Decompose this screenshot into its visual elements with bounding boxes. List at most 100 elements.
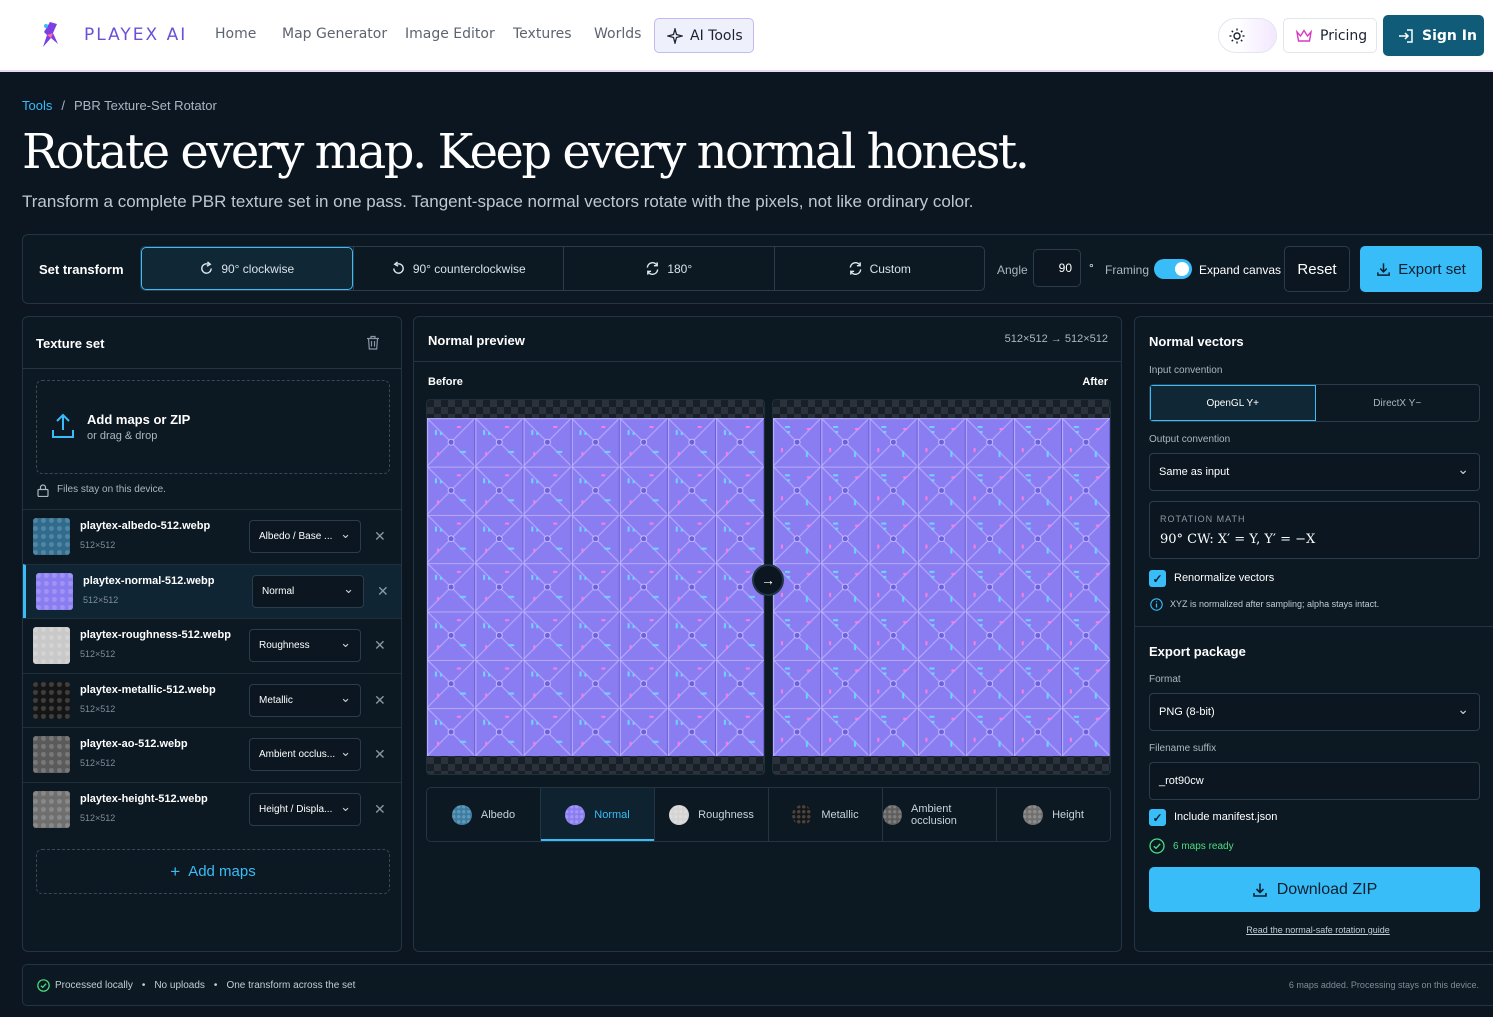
texture-file-size: 512×512 (80, 703, 116, 714)
remove-file-icon[interactable]: ✕ (377, 583, 389, 600)
renormalize-label: Renormalize vectors (1174, 572, 1275, 584)
directx-option[interactable]: DirectX Y− (1316, 385, 1480, 421)
ai-tools-button[interactable]: AI Tools (654, 18, 754, 53)
manifest-label: Include manifest.json (1174, 811, 1278, 823)
rotation-options: 90° clockwise 90° counterclockwise 180° … (140, 246, 985, 291)
rotation-guide-link[interactable]: Read the normal-safe rotation guide (1135, 925, 1493, 935)
before-label: Before (428, 376, 463, 388)
renormalize-checkbox[interactable]: ✓ (1149, 570, 1166, 587)
check-circle-icon (37, 979, 50, 992)
sparkle-icon (667, 27, 683, 44)
map-tab-label: Metallic (821, 808, 859, 821)
map-type-select[interactable]: Metallic (249, 682, 361, 717)
manifest-checkbox[interactable]: ✓ (1149, 809, 1166, 826)
expand-canvas-toggle[interactable] (1154, 259, 1192, 279)
output-convention-label: Output convention (1149, 434, 1231, 445)
nav-worlds[interactable]: Worlds (594, 26, 641, 42)
expand-canvas-label: Expand canvas (1199, 263, 1282, 277)
angle-label: Angle (997, 263, 1028, 277)
trash-icon[interactable] (366, 335, 380, 350)
map-swatch (1023, 804, 1044, 825)
after-normal-texture (773, 418, 1110, 756)
settings-panel: Normal vectors Input convention OpenGL Y… (1134, 316, 1493, 952)
map-tab-height[interactable]: Height (996, 788, 1110, 841)
map-type-select[interactable]: Roughness (249, 627, 361, 663)
texture-file-row[interactable]: playtex-normal-512.webp 512×512 Normal ✕ (23, 563, 401, 618)
sign-in-label: Sign In (1422, 27, 1477, 44)
nav-image-editor[interactable]: Image Editor (405, 26, 495, 42)
map-tab-label: Ambient occlusion (911, 802, 957, 827)
remove-file-icon[interactable]: ✕ (374, 801, 386, 818)
upload-subtitle: or drag & drop (87, 430, 158, 442)
angle-input[interactable]: 90 (1033, 249, 1081, 287)
after-preview (772, 399, 1111, 775)
nav-home[interactable]: Home (215, 26, 256, 42)
footer-summary: 6 maps added. Processing stays on this d… (1288, 980, 1479, 990)
rotate-cw-option[interactable]: 90° clockwise (141, 247, 353, 290)
remove-file-icon[interactable]: ✕ (374, 692, 386, 709)
remove-file-icon[interactable]: ✕ (374, 637, 386, 654)
footer-one-transform: One transform across the set (226, 980, 356, 991)
texture-file-row[interactable]: playtex-height-512.webp 512×512 Height / D… (23, 782, 401, 836)
plus-icon: + (170, 861, 181, 881)
rotate-ccw-option[interactable]: 90° counterclockwise (352, 247, 564, 290)
texture-file-row[interactable]: playtex-ao-512.webp 512×512 Ambient occlus… (23, 727, 401, 781)
format-select[interactable]: PNG (8-bit) (1149, 691, 1480, 731)
filename-suffix-label: Filename suffix (1149, 743, 1217, 754)
playex-logo-icon[interactable] (38, 20, 62, 50)
map-tab-roughness[interactable]: Roughness (654, 788, 768, 841)
theme-toggle[interactable] (1218, 18, 1277, 53)
upload-title: Add maps or ZIP (87, 412, 191, 427)
reset-button[interactable]: Reset (1284, 246, 1350, 292)
rotate-180-option[interactable]: 180° (563, 247, 774, 290)
texture-set-title: Texture set (36, 336, 105, 351)
remove-file-icon[interactable]: ✕ (374, 528, 386, 545)
remove-file-icon[interactable]: ✕ (374, 746, 386, 763)
refresh-custom-icon (849, 262, 861, 275)
rotation-math-box: ROTATION MATH 90° CW: X′ = Y, Y′ = −X (1149, 501, 1480, 559)
map-tab-normal[interactable]: Normal (540, 788, 654, 841)
divider (414, 361, 1121, 362)
export-set-button[interactable]: Export set (1360, 246, 1482, 292)
texture-file-row[interactable]: playtex-roughness-512.webp 512×512 Roughne… (23, 618, 401, 672)
footer-status: Processed locally • No uploads • One transfo… (55, 980, 355, 991)
pricing-button[interactable]: Pricing (1283, 18, 1377, 53)
lock-icon (37, 484, 49, 497)
texture-file-size: 512×512 (83, 594, 119, 605)
texture-file-name: playtex-ao-512.webp (80, 738, 188, 751)
renormalize-info: XYZ is normalized after sampling; alpha … (1170, 599, 1380, 609)
add-maps-button[interactable]: + Add maps (36, 849, 390, 894)
refresh-icon (646, 262, 659, 275)
map-type-select[interactable]: Ambient occlus... (249, 736, 361, 772)
nav-map-generator[interactable]: Map Generator (282, 26, 387, 42)
download-zip-button[interactable]: Download ZIP (1149, 867, 1480, 912)
sign-in-button[interactable]: Sign In (1383, 15, 1484, 56)
breadcrumb-tools-link[interactable]: Tools (22, 98, 52, 113)
nav-textures[interactable]: Textures (513, 26, 572, 42)
before-normal-texture (427, 418, 764, 756)
filename-suffix-input[interactable]: _rot90cw (1149, 762, 1480, 800)
degree-symbol: ° (1089, 261, 1094, 275)
rotate-custom-label: Custom (869, 261, 911, 276)
texture-file-name: playtex-metallic-512.webp (80, 683, 216, 696)
texture-thumbnail (33, 627, 70, 665)
rotation-math-formula: 90° CW: X′ = Y, Y′ = −X (1160, 532, 1316, 547)
set-transform-label: Set transform (39, 262, 124, 277)
map-tab-albedo[interactable]: Albedo (427, 788, 540, 841)
input-convention-selector: OpenGL Y+ DirectX Y− (1149, 384, 1480, 422)
texture-file-row[interactable]: playtex-metallic-512.webp 512×512 Metallic… (23, 672, 401, 727)
sun-icon (1229, 28, 1245, 43)
footer-processed-locally: Processed locally (55, 980, 133, 991)
texture-file-row[interactable]: playtex-albedo-512.webp 512×512 Albedo / B… (23, 509, 401, 563)
map-tab-metallic[interactable]: Metallic (768, 788, 882, 841)
map-type-select[interactable]: Height / Displa... (249, 791, 361, 826)
output-convention-select[interactable]: Same as input (1149, 451, 1480, 491)
brand-name[interactable]: PLAYEX AI (84, 25, 187, 45)
upload-dropzone[interactable]: Add maps or ZIP or drag & drop (36, 380, 390, 474)
opengl-option[interactable]: OpenGL Y+ (1150, 385, 1316, 421)
rotate-custom-option[interactable]: Custom (773, 247, 985, 290)
map-type-select[interactable]: Normal (252, 573, 364, 608)
map-tab-ambient-occlusion[interactable]: Ambient occlusion (882, 788, 996, 841)
login-icon (1399, 28, 1413, 43)
map-type-select[interactable]: Albedo / Base ... (249, 518, 361, 553)
